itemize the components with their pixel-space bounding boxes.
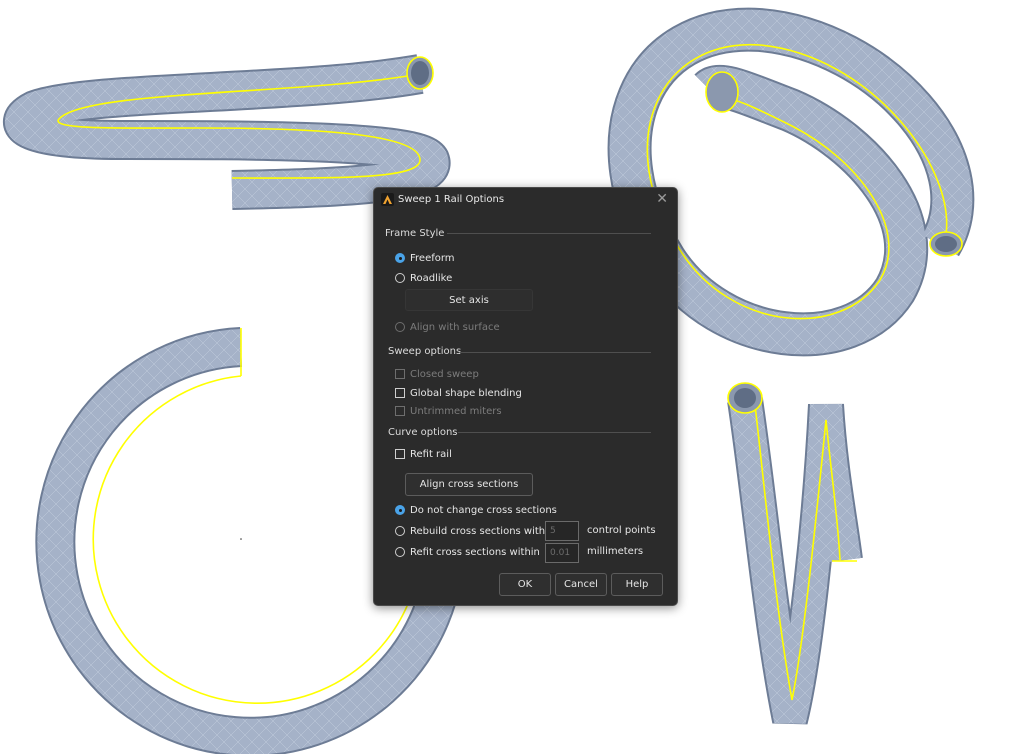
closed-sweep-checkbox[interactable]	[395, 369, 405, 379]
do-not-change-radio[interactable]	[395, 505, 405, 515]
ok-button[interactable]: OK	[499, 573, 551, 596]
dialog-title: Sweep 1 Rail Options	[398, 194, 505, 205]
cancel-button[interactable]: Cancel	[555, 573, 607, 596]
refit-rail-label: Refit rail	[410, 448, 452, 460]
untrimmed-miters-checkbox-option[interactable]: Untrimmed miters	[395, 404, 502, 418]
help-button[interactable]: Help	[611, 573, 663, 596]
do-not-change-radio-option[interactable]: Do not change cross sections	[395, 503, 557, 517]
refit-label: Refit cross sections within	[410, 546, 540, 558]
rebuild-unit-label: control points	[587, 525, 656, 536]
divider	[458, 432, 651, 433]
align-cross-sections-button[interactable]: Align cross sections	[405, 473, 533, 496]
closed-sweep-label: Closed sweep	[410, 368, 479, 380]
close-icon[interactable]: ✕	[656, 191, 668, 207]
spiral-tube	[607, 7, 975, 357]
align-with-surface-label: Align with surface	[410, 321, 500, 333]
refit-rail-checkbox-option[interactable]: Refit rail	[395, 447, 452, 461]
refit-tolerance-input[interactable]: 0.01	[545, 543, 579, 563]
global-shape-blending-label: Global shape blending	[410, 387, 522, 399]
freeform-radio-option[interactable]: Freeform	[395, 251, 455, 265]
dialog-titlebar[interactable]: Sweep 1 Rail Options ✕	[374, 188, 677, 213]
closed-sweep-checkbox-option[interactable]: Closed sweep	[395, 367, 479, 381]
zigzag-tube	[3, 54, 451, 210]
refit-rail-checkbox[interactable]	[395, 449, 405, 459]
rebuild-radio[interactable]	[395, 526, 405, 536]
refit-radio[interactable]	[395, 547, 405, 557]
freeform-label: Freeform	[410, 252, 455, 264]
sweep-options-heading: Sweep options	[388, 346, 462, 357]
rebuild-label: Rebuild cross sections with	[410, 525, 546, 537]
global-shape-blending-checkbox[interactable]	[395, 388, 405, 398]
align-with-surface-radio-option[interactable]: Align with surface	[395, 320, 500, 334]
untrimmed-miters-label: Untrimmed miters	[410, 405, 502, 417]
sweep-1-rail-options-dialog: Sweep 1 Rail Options ✕ Frame Style Freef…	[373, 187, 678, 606]
do-not-change-label: Do not change cross sections	[410, 504, 557, 516]
divider	[447, 233, 651, 234]
curve-options-heading: Curve options	[388, 427, 458, 438]
refit-unit-label: millimeters	[587, 546, 644, 557]
untrimmed-miters-checkbox[interactable]	[395, 406, 405, 416]
rebuild-radio-option[interactable]: Rebuild cross sections with	[395, 524, 545, 538]
freeform-radio[interactable]	[395, 253, 405, 263]
set-axis-button[interactable]: Set axis	[405, 289, 533, 311]
align-with-surface-radio[interactable]	[395, 322, 405, 332]
rebuild-control-points-input[interactable]: 5	[545, 521, 579, 541]
divider	[460, 352, 651, 353]
global-shape-blending-checkbox-option[interactable]: Global shape blending	[395, 386, 522, 400]
spring-tube	[727, 382, 863, 725]
roadlike-label: Roadlike	[410, 272, 453, 284]
app-logo-icon	[381, 193, 394, 206]
frame-style-heading: Frame Style	[385, 228, 445, 239]
roadlike-radio[interactable]	[395, 273, 405, 283]
refit-radio-option[interactable]: Refit cross sections within	[395, 545, 540, 559]
roadlike-radio-option[interactable]: Roadlike	[395, 271, 452, 285]
